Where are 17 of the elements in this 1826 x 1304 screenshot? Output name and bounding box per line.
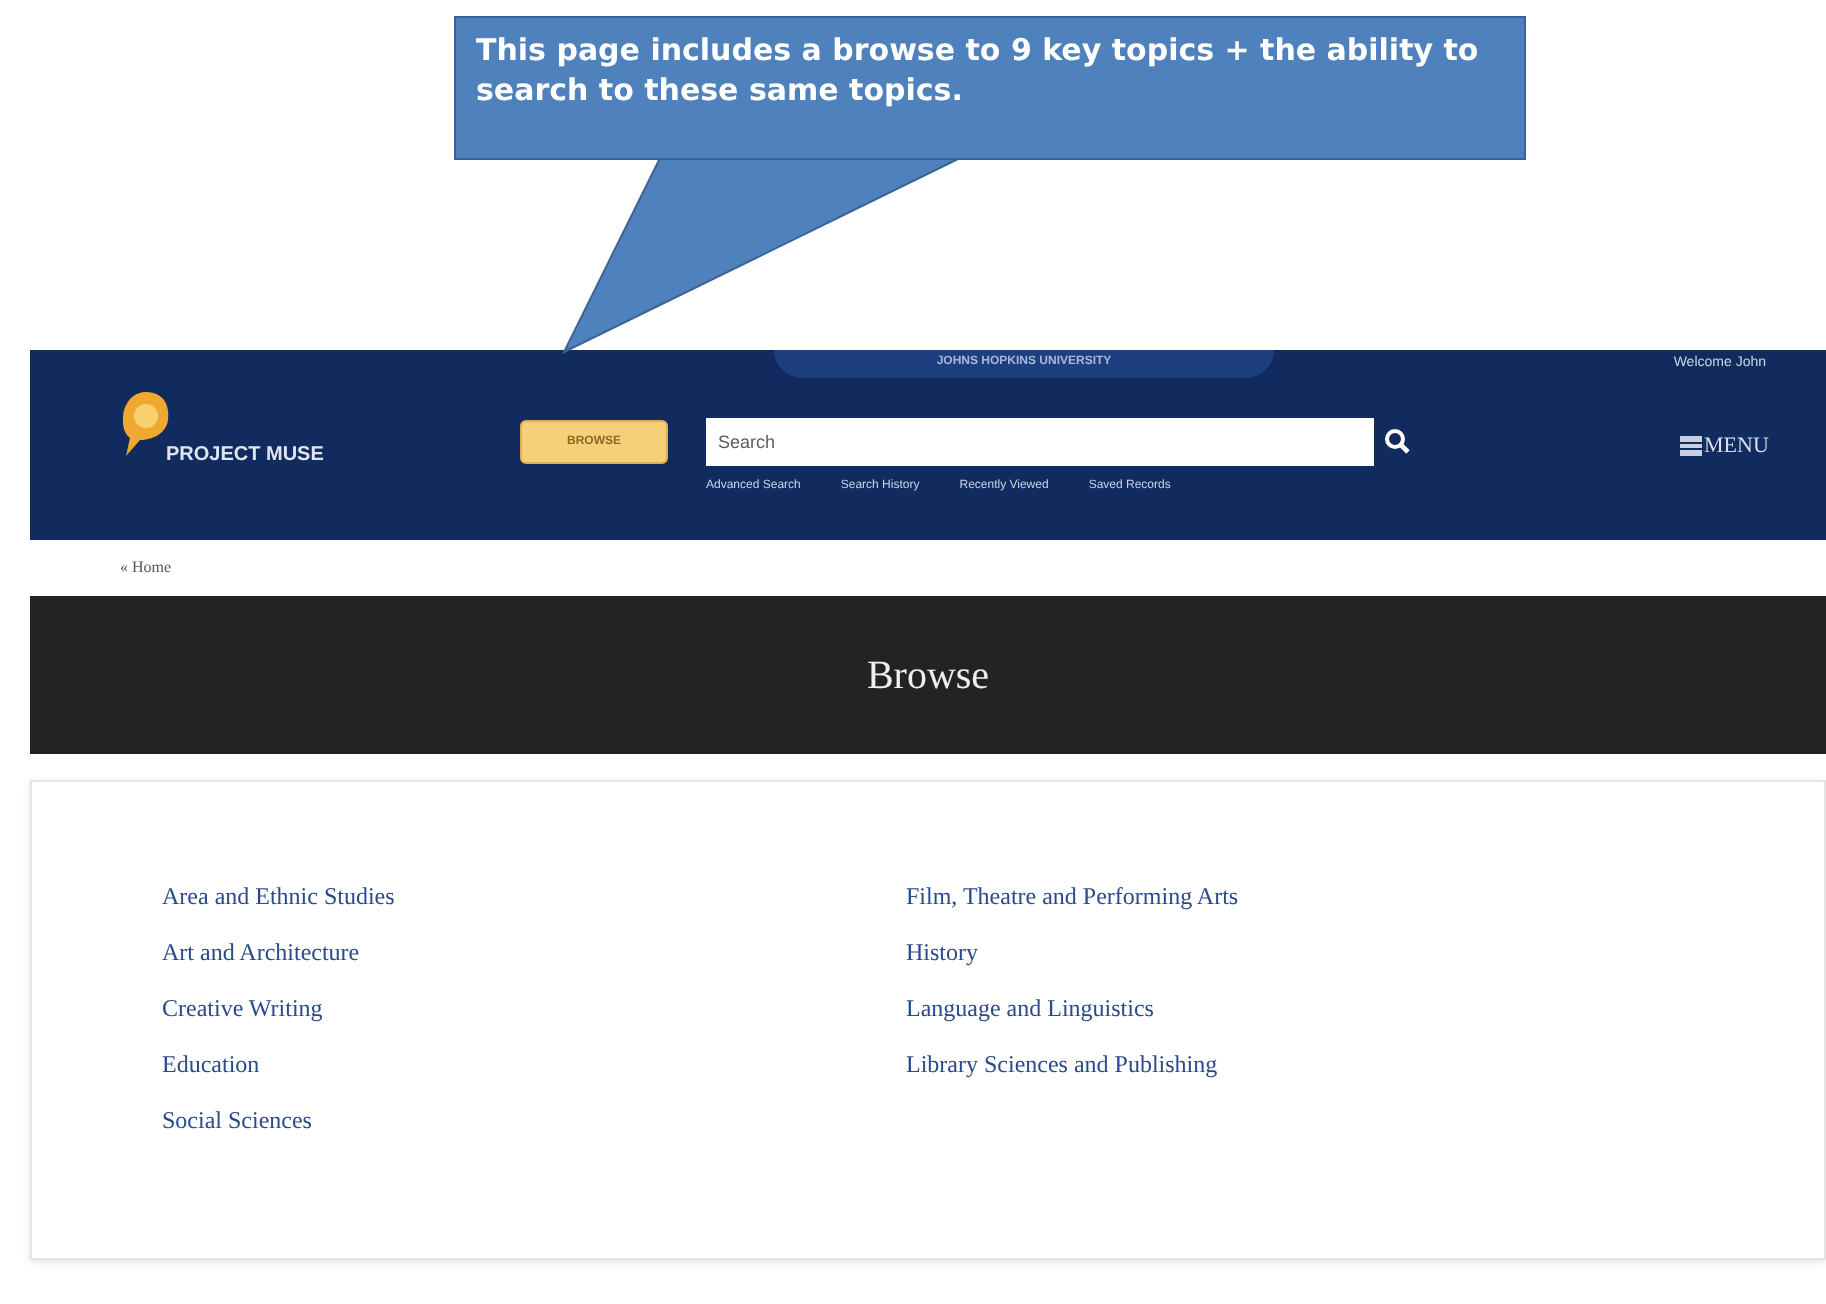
topic-link[interactable]: Language and Linguistics: [906, 994, 1650, 1024]
topic-link[interactable]: History: [906, 938, 1650, 968]
logo-text: PROJECT MUSE: [166, 442, 324, 470]
topic-link[interactable]: Creative Writing: [162, 994, 906, 1024]
topic-link[interactable]: Art and Architecture: [162, 938, 906, 968]
topic-link[interactable]: Library Sciences and Publishing: [906, 1050, 1650, 1080]
topic-link[interactable]: Film, Theatre and Performing Arts: [906, 882, 1650, 912]
callout-text: This page includes a browse to 9 key topics + the ability to search to these same topics.: [476, 30, 1481, 110]
topic-link[interactable]: Area and Ethnic Studies: [162, 882, 906, 912]
topic-link[interactable]: Education: [162, 1050, 906, 1080]
topic-link[interactable]: Social Sciences: [162, 1106, 906, 1136]
search-icon[interactable]: [1384, 428, 1410, 454]
menu-button[interactable]: MENU: [1680, 430, 1769, 463]
search-field[interactable]: Search: [706, 418, 1374, 466]
breadcrumb-link[interactable]: « Home: [120, 558, 172, 576]
menu-icon: [1680, 436, 1702, 457]
page-title: Browse: [866, 651, 990, 701]
